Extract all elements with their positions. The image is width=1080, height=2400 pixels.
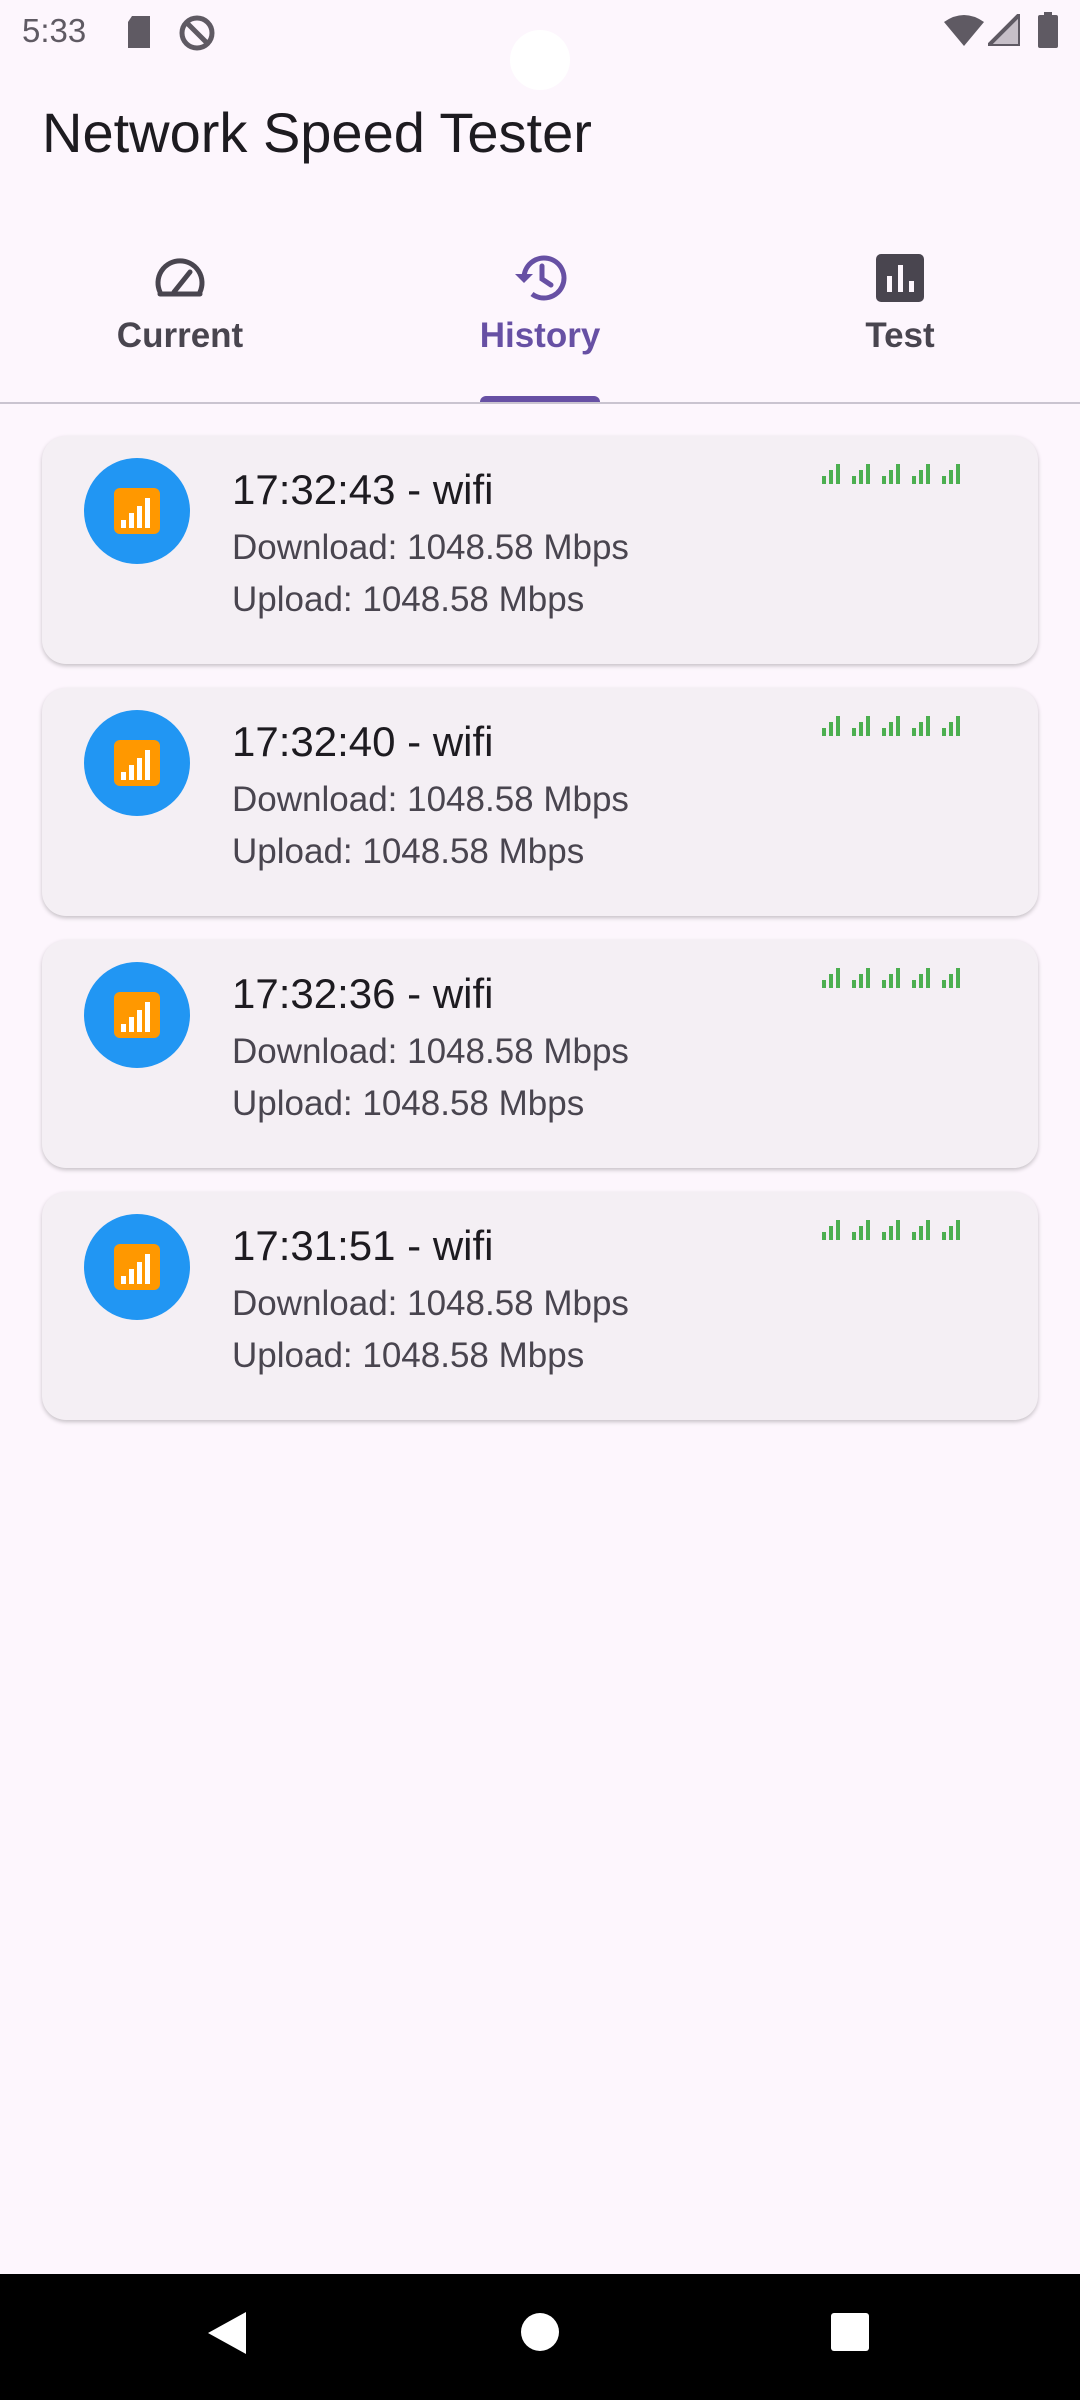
tab-test-label: Test <box>865 316 935 355</box>
signal-bar-icon <box>822 1220 840 1240</box>
tabs-divider <box>0 402 1080 404</box>
signal-bars-row <box>822 716 960 736</box>
history-card[interactable]: 17:31:51 - wifi Download: 1048.58 Mbps U… <box>42 1192 1038 1420</box>
signal-bar-icon <box>912 464 930 484</box>
home-icon[interactable] <box>520 2312 560 2357</box>
history-title: 17:32:40 - wifi <box>232 718 494 765</box>
history-card[interactable]: 17:32:43 - wifi Download: 1048.58 Mbps U… <box>42 436 1038 664</box>
history-upload: Upload: 1048.58 Mbps <box>232 1084 585 1123</box>
tab-bar: Current History Test <box>0 236 1080 404</box>
history-card[interactable]: 17:32:36 - wifi Download: 1048.58 Mbps U… <box>42 940 1038 1168</box>
tab-current[interactable]: Current <box>0 236 360 402</box>
history-icon <box>512 250 568 306</box>
history-title: 17:31:51 - wifi <box>232 1222 494 1269</box>
history-upload: Upload: 1048.58 Mbps <box>232 1336 585 1375</box>
signal-bar-icon <box>942 1220 960 1240</box>
history-title: 17:32:36 - wifi <box>232 970 494 1017</box>
wifi-avatar <box>84 458 190 564</box>
signal-bars-icon <box>114 488 160 534</box>
signal-strength-indicator <box>822 460 972 491</box>
history-download: Download: 1048.58 Mbps <box>232 1284 629 1323</box>
tab-history[interactable]: History <box>360 236 720 402</box>
signal-bar-icon <box>822 968 840 988</box>
signal-bar-icon <box>882 968 900 988</box>
tab-current-label: Current <box>116 316 244 355</box>
signal-bar-icon <box>882 464 900 484</box>
wifi-icon <box>944 14 984 51</box>
signal-strength-indicator <box>822 712 972 743</box>
camera-cutout <box>510 30 570 90</box>
signal-bar-icon <box>852 1220 870 1240</box>
back-icon[interactable] <box>204 2310 248 2361</box>
status-time: 5:33 <box>22 12 87 49</box>
signal-bars-icon <box>114 992 160 1038</box>
wifi-avatar <box>84 710 190 816</box>
signal-bar-icon <box>822 464 840 484</box>
signal-bars-row <box>822 1220 960 1240</box>
sd-card-icon <box>124 14 154 55</box>
do-not-disturb-icon <box>178 14 216 57</box>
signal-strength-indicator <box>822 1216 972 1247</box>
signal-bar-icon <box>852 968 870 988</box>
signal-bars-row <box>822 464 960 484</box>
signal-bar-icon <box>912 716 930 736</box>
wifi-avatar <box>84 1214 190 1320</box>
battery-icon <box>1038 12 1058 53</box>
signal-bar-icon <box>912 1220 930 1240</box>
signal-bar-icon <box>942 968 960 988</box>
tab-history-label: History <box>479 316 601 355</box>
history-download: Download: 1048.58 Mbps <box>232 780 629 819</box>
history-card[interactable]: 17:32:40 - wifi Download: 1048.58 Mbps U… <box>42 688 1038 916</box>
signal-bar-icon <box>852 464 870 484</box>
history-download: Download: 1048.58 Mbps <box>232 528 629 567</box>
signal-bar-icon <box>942 716 960 736</box>
history-upload: Upload: 1048.58 Mbps <box>232 832 585 871</box>
signal-bar-icon <box>912 968 930 988</box>
signal-bar-icon <box>822 716 840 736</box>
signal-bars-icon <box>114 1244 160 1290</box>
signal-strength-indicator <box>822 964 972 995</box>
wifi-avatar <box>84 962 190 1068</box>
system-nav-bar <box>0 2274 1080 2400</box>
signal-bar-icon <box>852 716 870 736</box>
history-upload: Upload: 1048.58 Mbps <box>232 580 585 619</box>
cell-signal-icon <box>983 9 1022 51</box>
history-download: Download: 1048.58 Mbps <box>232 1032 629 1071</box>
speedometer-icon <box>152 250 208 306</box>
signal-bar-icon <box>882 1220 900 1240</box>
page-title: Network Speed Tester <box>42 101 592 164</box>
signal-bars-icon <box>114 740 160 786</box>
signal-bars-row <box>822 968 960 988</box>
bar-chart-icon <box>872 250 928 306</box>
history-title: 17:32:43 - wifi <box>232 466 494 513</box>
signal-bar-icon <box>942 464 960 484</box>
recents-icon[interactable] <box>830 2312 870 2357</box>
tab-test[interactable]: Test <box>720 236 1080 402</box>
signal-bar-icon <box>882 716 900 736</box>
